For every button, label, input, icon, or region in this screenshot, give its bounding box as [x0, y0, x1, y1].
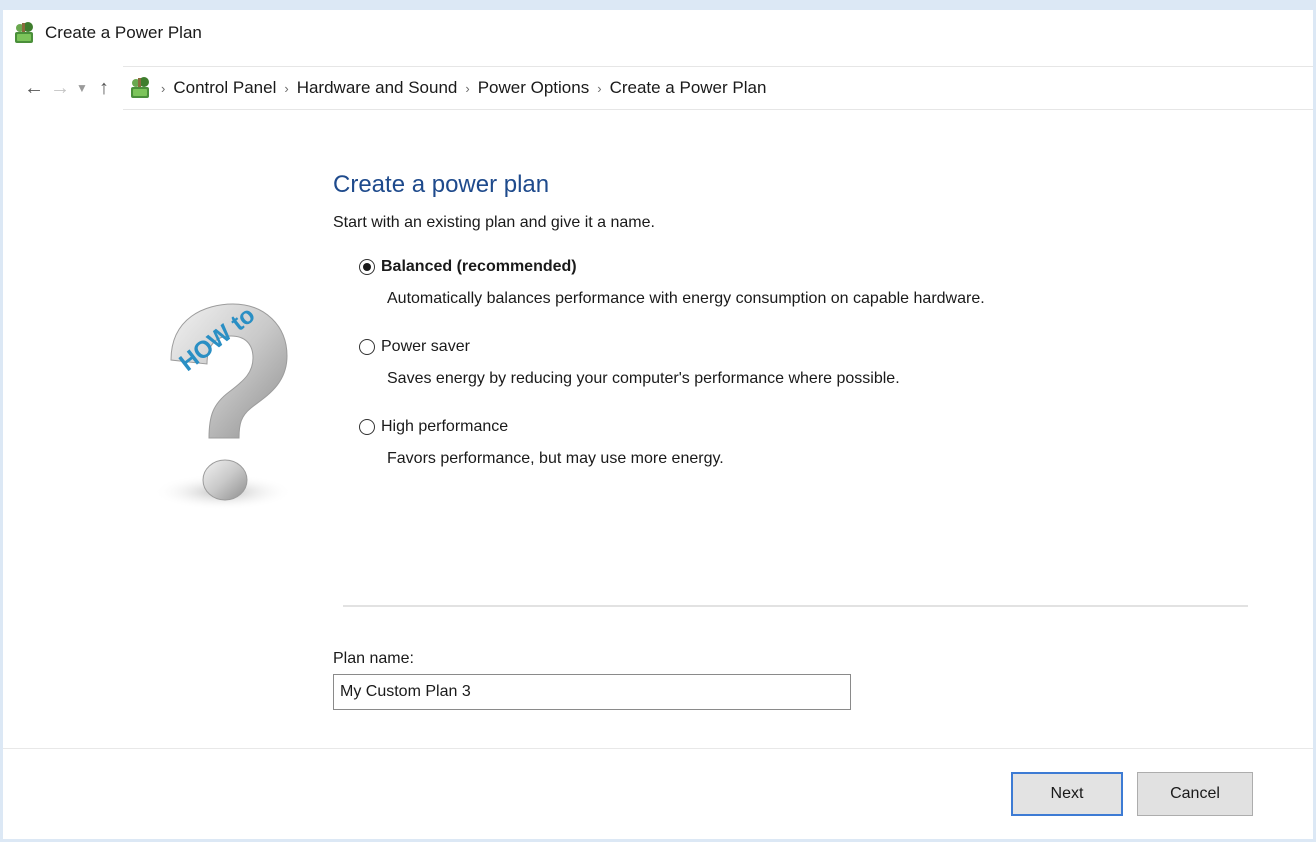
- plan-name-section: Plan name:: [333, 650, 851, 710]
- breadcrumb-separator-icon: ›: [284, 80, 289, 96]
- footer-divider: [3, 748, 1313, 749]
- cancel-button[interactable]: Cancel: [1137, 772, 1253, 816]
- main-content: Create a power plan Start with an existi…: [333, 168, 1263, 494]
- plan-radio-row[interactable]: Balanced (recommended): [359, 254, 1263, 280]
- control-panel-icon: [15, 22, 33, 43]
- breadcrumb-separator-icon: ›: [597, 80, 602, 96]
- up-arrow-icon[interactable]: ↑: [91, 73, 117, 103]
- control-panel-icon: [131, 77, 149, 98]
- section-divider: [343, 605, 1248, 607]
- plan-name-label: Plan name:: [333, 650, 414, 667]
- breadcrumb-create-a-power-plan[interactable]: Create a Power Plan: [610, 78, 767, 98]
- plan-option-power-saver: Power saver Saves energy by reducing you…: [359, 334, 1263, 388]
- plan-list: Balanced (recommended) Automatically bal…: [359, 254, 1263, 468]
- breadcrumb-separator-icon: ›: [465, 80, 470, 96]
- plan-radio-row[interactable]: Power saver: [359, 334, 1263, 360]
- window-top-edge: [3, 0, 1316, 10]
- forward-arrow-icon[interactable]: →: [47, 73, 73, 103]
- plan-label[interactable]: High performance: [381, 418, 508, 436]
- address-bar[interactable]: › Control Panel › Hardware and Sound › P…: [123, 66, 1313, 110]
- plan-name-input[interactable]: [333, 674, 851, 710]
- navigation-bar: ← → ▼ ↑ › Control Panel › Hardware and S…: [3, 64, 1313, 112]
- plan-option-balanced: Balanced (recommended) Automatically bal…: [359, 254, 1263, 308]
- plan-description: Favors performance, but may use more ene…: [387, 450, 724, 467]
- radio-unselected-icon[interactable]: [359, 339, 375, 355]
- breadcrumb-hardware-and-sound[interactable]: Hardware and Sound: [297, 78, 458, 98]
- breadcrumb-control-panel[interactable]: Control Panel: [173, 78, 276, 98]
- breadcrumb-power-options[interactable]: Power Options: [478, 78, 590, 98]
- recent-locations-chevron-icon[interactable]: ▼: [73, 73, 91, 103]
- window-title: Create a Power Plan: [45, 23, 202, 42]
- plan-label[interactable]: Power saver: [381, 338, 470, 356]
- next-button[interactable]: Next: [1011, 772, 1123, 816]
- help-question-icon: HOW to: [153, 301, 293, 510]
- page-subtitle: Start with an existing plan and give it …: [333, 214, 655, 231]
- title-bar: Create a Power Plan: [3, 10, 1313, 56]
- plan-description: Saves energy by reducing your computer's…: [387, 370, 900, 387]
- plan-option-high-performance: High performance Favors performance, but…: [359, 414, 1263, 468]
- plan-description: Automatically balances performance with …: [387, 290, 985, 307]
- plan-radio-row[interactable]: High performance: [359, 414, 1263, 440]
- page-title: Create a power plan: [333, 171, 550, 198]
- radio-unselected-icon[interactable]: [359, 419, 375, 435]
- breadcrumb-separator-icon: ›: [161, 80, 166, 96]
- window: Create a Power Plan ← → ▼ ↑ › Control Pa…: [0, 0, 1316, 842]
- radio-selected-icon[interactable]: [359, 259, 375, 275]
- plan-label[interactable]: Balanced (recommended): [381, 258, 577, 276]
- back-arrow-icon[interactable]: ←: [21, 73, 47, 103]
